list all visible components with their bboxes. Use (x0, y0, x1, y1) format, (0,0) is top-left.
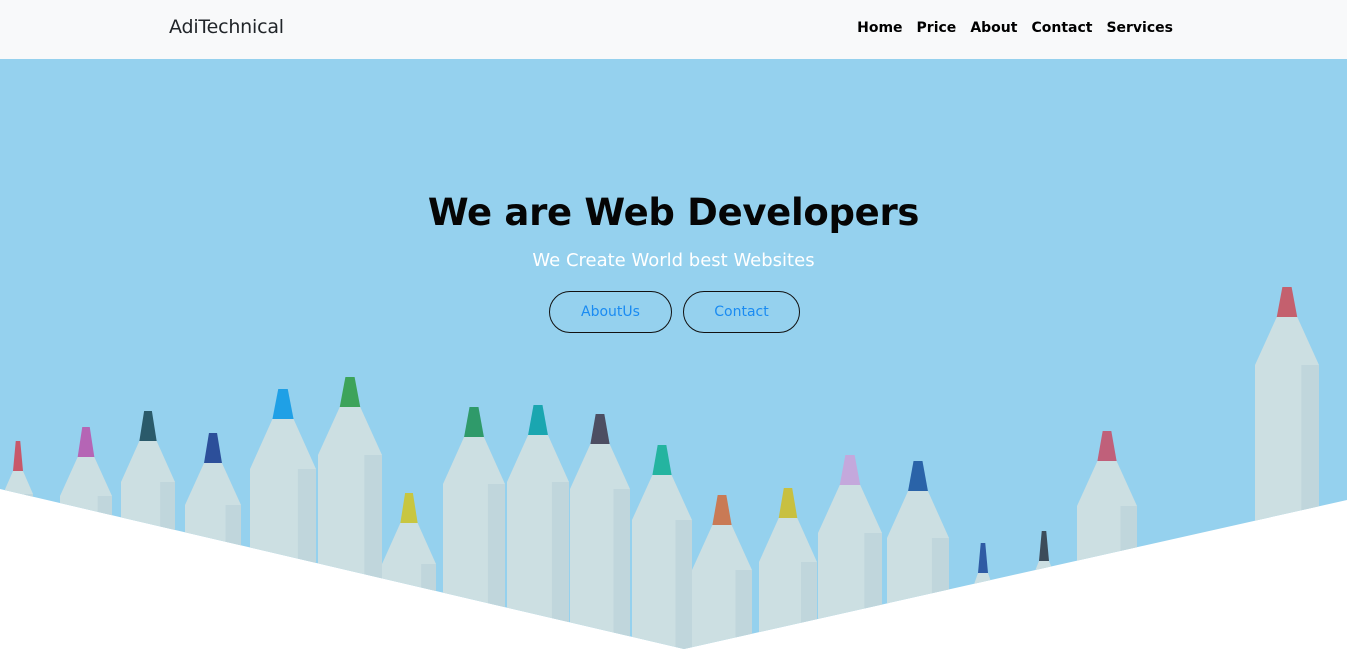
pencil-graphic (1255, 287, 1319, 649)
hero-section: We are Web Developers We Create World be… (0, 59, 1347, 649)
pencil-graphic (570, 414, 630, 649)
pencil-graphic (185, 433, 241, 649)
navbar: AdiTechnical Home Price About Contact Se… (0, 0, 1347, 59)
pencil-graphic (632, 445, 692, 649)
nav-link-services[interactable]: Services (1099, 19, 1173, 37)
nav-link-contact[interactable]: Contact (1024, 19, 1099, 37)
contact-button[interactable]: Contact (683, 291, 800, 333)
pencils-background-image (3, 287, 1319, 649)
pencil-graphic (818, 455, 882, 649)
pencil-graphic (3, 441, 33, 649)
pencil-graphic (1077, 431, 1137, 649)
pencil-graphic (60, 427, 112, 649)
pencil-graphic (692, 495, 752, 649)
pencil-graphic (972, 543, 994, 649)
pencil-graphic (250, 389, 316, 649)
pencil-graphic (759, 488, 817, 649)
pencil-graphic (887, 461, 949, 649)
pencil-graphic (318, 377, 382, 649)
pencil-graphic (121, 411, 175, 649)
hero-subtitle: We Create World best Websites (532, 250, 815, 271)
nav-link-price[interactable]: Price (910, 19, 964, 37)
nav-link-home[interactable]: Home (850, 19, 909, 37)
about-us-button[interactable]: AboutUs (549, 291, 672, 333)
pencil-graphic (1031, 531, 1057, 649)
hero-title: We are Web Developers (427, 191, 920, 234)
pencil-graphic (382, 493, 436, 649)
brand-logo[interactable]: AdiTechnical (169, 16, 284, 38)
pencil-graphic (507, 405, 569, 649)
nav-links: Home Price About Contact Services (850, 19, 1173, 37)
pencil-graphic (443, 407, 505, 649)
nav-link-about[interactable]: About (963, 19, 1024, 37)
